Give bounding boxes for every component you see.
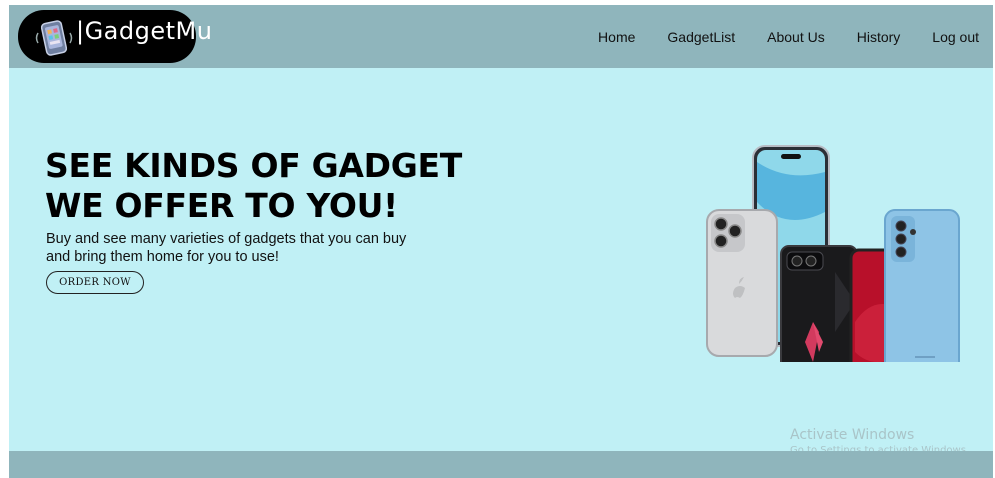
nav-log-out[interactable]: Log out [932,29,979,45]
watermark-title: Activate Windows [790,427,915,443]
phone-blue-image [884,209,960,362]
hero-title: SEE KINDS OF GADGET WE OFFER TO YOU! [45,146,465,226]
footer-bar [9,451,993,478]
brand-logo[interactable]: |GadgetMu [18,10,212,63]
navbar: |GadgetMu Home GadgetList About Us Histo… [9,5,993,68]
phone-silver-image [706,209,778,357]
hero-title-line-2: WE OFFER TO YOU! [45,186,398,225]
nav-menu: Home GadgetList About Us History Log out [598,29,979,45]
nav-gadgetlist[interactable]: GadgetList [667,29,735,45]
phone-icon [35,20,73,56]
hero-description-line-1: Buy and see many varieties of gadgets th… [46,231,407,247]
hero-section: SEE KINDS OF GADGET WE OFFER TO YOU! Buy… [9,68,993,451]
brand-name: |GadgetMu [76,17,213,45]
activate-windows-watermark: Activate Windows Go to Settings to activ… [790,427,969,453]
hero-title-line-1: SEE KINDS OF GADGET [45,146,462,185]
hero-description: Buy and see many varieties of gadgets th… [46,230,436,266]
hero-description-line-2: and bring them home for you to use! [46,249,279,265]
nav-history[interactable]: History [857,29,901,45]
order-now-button[interactable]: ORDER NOW [46,271,144,294]
nav-home[interactable]: Home [598,29,635,45]
phone-rog-image [780,245,858,362]
nav-about-us[interactable]: About Us [767,29,825,45]
phones-image [706,145,960,362]
